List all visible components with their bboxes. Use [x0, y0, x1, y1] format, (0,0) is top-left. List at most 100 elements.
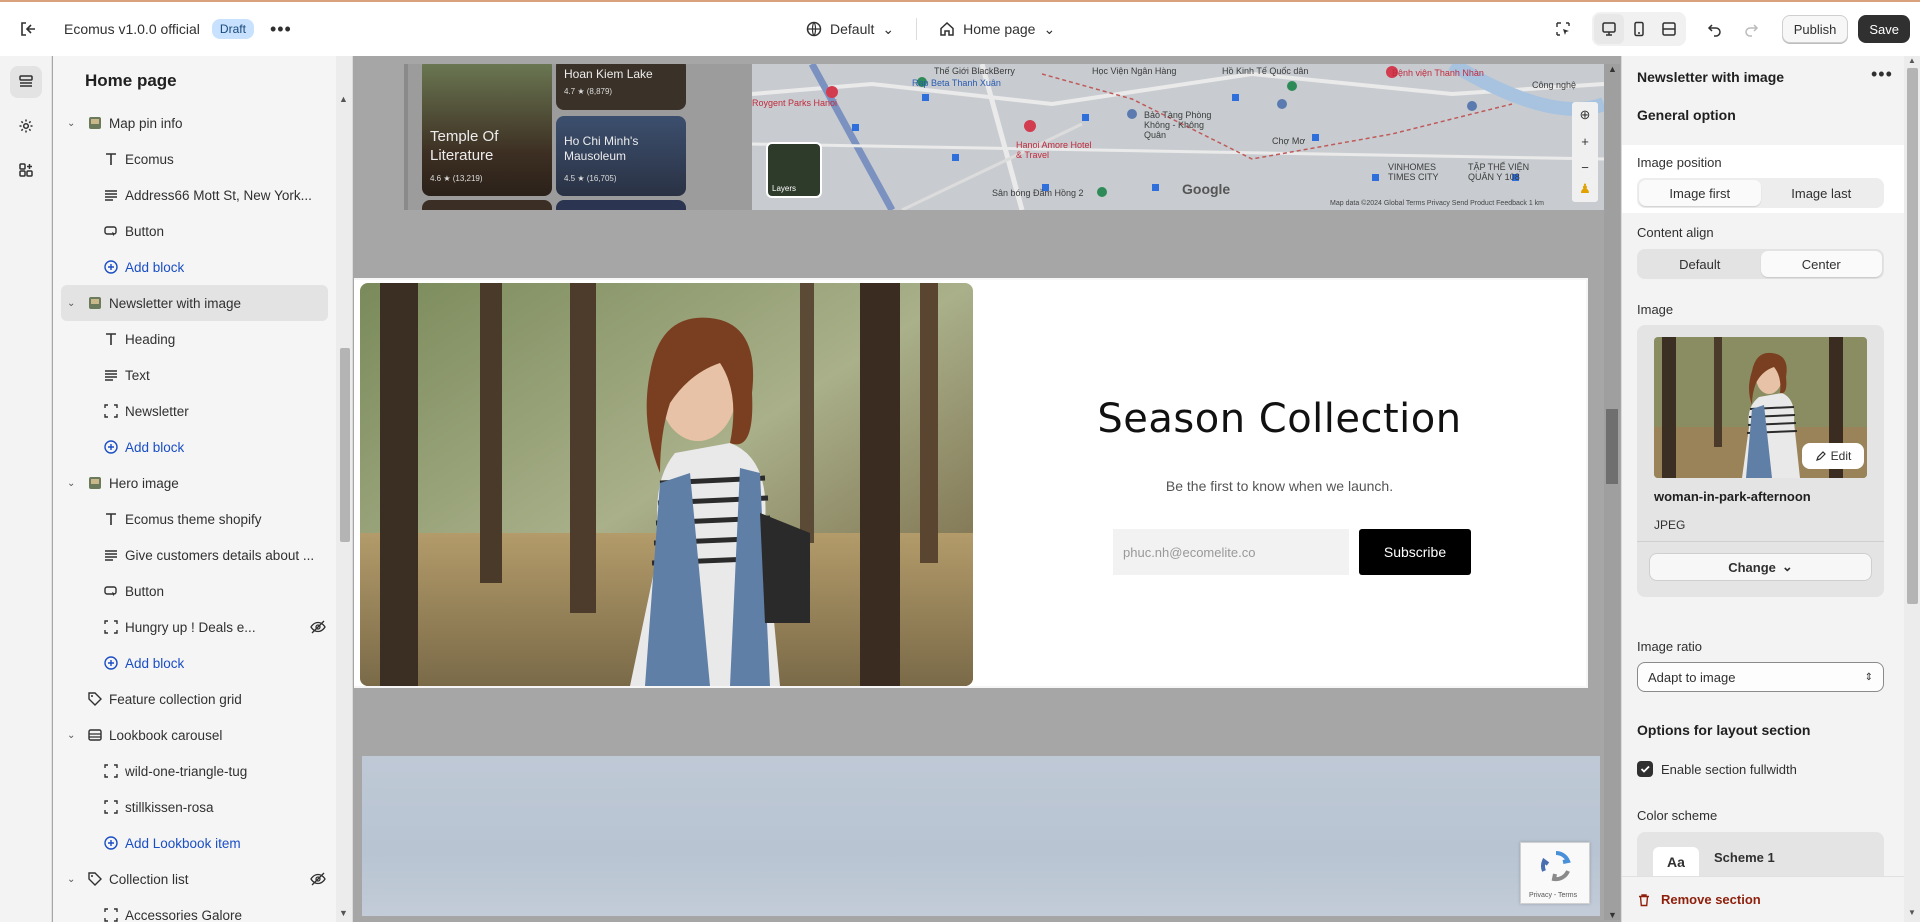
redo-button[interactable] [1736, 14, 1766, 44]
sidebar-item[interactable]: ⌄ Lookbook carousel [53, 717, 336, 753]
place-card[interactable] [422, 200, 552, 210]
street-view-icon[interactable]: ♟ [1572, 176, 1598, 202]
more-actions-button[interactable]: ••• [270, 19, 292, 40]
newsletter-section[interactable]: Season Collection Be the first to know w… [354, 278, 1588, 688]
scroll-up-icon[interactable]: ▲ [1908, 56, 1916, 65]
place-card[interactable]: Temple Of Literature 4.6 ★ (13,219) [422, 64, 552, 196]
block-item[interactable]: Accessories Galore [53, 897, 336, 922]
email-input[interactable]: phuc.nh@ecomelite.co [1113, 529, 1349, 575]
inspector-button[interactable] [1548, 14, 1578, 44]
block-item[interactable]: Ecomus theme shopify [53, 501, 336, 537]
block-item[interactable]: Text [53, 357, 336, 393]
block-item[interactable]: wild-one-triangle-tug [53, 753, 336, 789]
align-default-option[interactable]: Default [1639, 251, 1761, 277]
block-item[interactable]: Button [53, 573, 336, 609]
block-item[interactable]: stillkissen-rosa [53, 789, 336, 825]
eye-off-icon[interactable] [310, 619, 326, 635]
block-icon [103, 763, 119, 779]
scroll-up-icon[interactable]: ▲ [339, 94, 348, 104]
place-card[interactable]: Hoan Kiem Lake 4.7 ★ (8,879) [556, 64, 686, 110]
canvas-scrollbar[interactable]: ▲ ▼ [1604, 64, 1620, 920]
map-layers-button[interactable]: Layers [766, 142, 822, 198]
sidebar-scrollbar[interactable]: ▲ ▼ [336, 56, 352, 922]
zoom-out-icon[interactable]: − [1581, 160, 1589, 175]
google-map[interactable]: Thế Giới BlackBerry Học Viện Ngân Hàng H… [752, 64, 1604, 210]
chevron-down-icon[interactable]: ⌄ [67, 478, 81, 489]
chevron-down-icon[interactable]: ⌄ [67, 874, 81, 885]
desktop-view-button[interactable] [1593, 14, 1624, 44]
place-card[interactable]: Ho Chi Minh's Mausoleum 4.5 ★ (16,705) [556, 116, 686, 196]
recaptcha-badge[interactable]: Privacy - Terms [1520, 842, 1590, 904]
chevron-down-icon[interactable]: ⌄ [67, 730, 81, 741]
block-item[interactable]: Button [53, 213, 336, 249]
block-item[interactable]: Address66 Mott St, New York... [53, 177, 336, 213]
sidebar-item[interactable]: ⌄ Map pin info [53, 105, 336, 141]
block-item[interactable]: Hungry up ! Deals e... [53, 609, 336, 645]
visibility-toggle[interactable] [310, 871, 326, 890]
apps-nav-button[interactable] [10, 154, 42, 186]
align-center-option[interactable]: Center [1760, 251, 1882, 277]
chevron-down-icon[interactable]: ⌄ [67, 298, 81, 309]
image-ratio-select[interactable]: Adapt to image ⇕ [1637, 662, 1884, 692]
carousel-icon [87, 727, 103, 743]
exit-button[interactable] [0, 2, 56, 56]
remove-section-label: Remove section [1661, 892, 1761, 907]
canvas-scroll-thumb[interactable] [1606, 409, 1618, 484]
locate-icon[interactable]: ⊕ [1580, 107, 1591, 123]
scroll-down-icon[interactable]: ▼ [1908, 908, 1916, 917]
sidebar-scroll-thumb[interactable] [340, 348, 350, 542]
sidebar-item[interactable]: ⌄ Hero image [53, 465, 336, 501]
add-block-button[interactable]: Add Lookbook item [53, 825, 336, 861]
image-first-option[interactable]: Image first [1639, 180, 1761, 206]
scroll-up-icon[interactable]: ▲ [1608, 64, 1617, 74]
panel-scroll-thumb[interactable] [1907, 68, 1918, 604]
publish-button[interactable]: Publish [1781, 15, 1849, 43]
eye-off-icon[interactable] [310, 871, 326, 887]
block-item[interactable]: Newsletter [53, 393, 336, 429]
map-label: VINHOMES TIMES CITY [1388, 162, 1439, 182]
sections-nav-button[interactable] [9, 66, 42, 98]
edit-image-button[interactable]: Edit [1802, 443, 1864, 469]
sidebar-item[interactable]: Feature collection grid [53, 681, 336, 717]
panel-scrollbar[interactable]: ▲ ▼ [1904, 56, 1920, 922]
save-button[interactable]: Save [1858, 15, 1910, 43]
block-icon [103, 799, 119, 815]
sidebar-item[interactable]: ⌄ Newsletter with image [61, 285, 328, 321]
undo-button[interactable] [1700, 14, 1730, 44]
sidebar-item-label: Hero image [109, 475, 179, 491]
block-item[interactable]: Heading [53, 321, 336, 357]
add-block-button[interactable]: Add block [53, 645, 336, 681]
map-label: Roygent Parks Hanoi [752, 98, 838, 108]
sidebar-item[interactable]: ⌄ Collection list [53, 861, 336, 897]
newsletter-image [360, 283, 973, 686]
block-item[interactable]: Give customers details about ... [53, 537, 336, 573]
block-item[interactable]: Ecomus [53, 141, 336, 177]
visibility-toggle[interactable] [310, 619, 326, 638]
scroll-down-icon[interactable]: ▼ [339, 908, 348, 918]
sidebar-item-label: Add block [125, 259, 185, 275]
add-block-button[interactable]: Add block [53, 429, 336, 465]
general-option-heading: General option [1637, 107, 1736, 123]
zoom-in-icon[interactable]: + [1581, 134, 1589, 149]
image-thumbnail[interactable]: Edit [1654, 337, 1867, 478]
chevron-down-icon[interactable]: ⌄ [67, 118, 81, 129]
scroll-down-icon[interactable]: ▼ [1608, 910, 1617, 920]
theme-settings-nav-button[interactable] [10, 110, 42, 142]
add-block-button[interactable]: Add block [53, 249, 336, 285]
remove-section-button[interactable]: Remove section [1622, 876, 1904, 922]
subscribe-button[interactable]: Subscribe [1359, 529, 1471, 575]
sidebar-item-label: Heading [125, 331, 176, 347]
place-card[interactable] [556, 200, 686, 210]
divider [916, 18, 918, 40]
change-image-button[interactable]: Change ⌄ [1649, 553, 1872, 581]
theme-dropdown[interactable]: Default ⌄ [806, 21, 894, 38]
sidebar-item-label: Map pin info [109, 115, 183, 131]
fullwidth-checkbox-row[interactable]: Enable section fullwidth [1637, 761, 1797, 777]
image-last-option[interactable]: Image last [1761, 180, 1883, 206]
woman-in-park-image [360, 283, 973, 686]
mobile-view-button[interactable] [1624, 14, 1654, 44]
page-dropdown[interactable]: Home page ⌄ [939, 21, 1055, 38]
fullscreen-view-button[interactable] [1654, 14, 1684, 44]
fullwidth-checkbox[interactable] [1637, 761, 1653, 777]
panel-more-button[interactable]: ••• [1871, 64, 1893, 85]
